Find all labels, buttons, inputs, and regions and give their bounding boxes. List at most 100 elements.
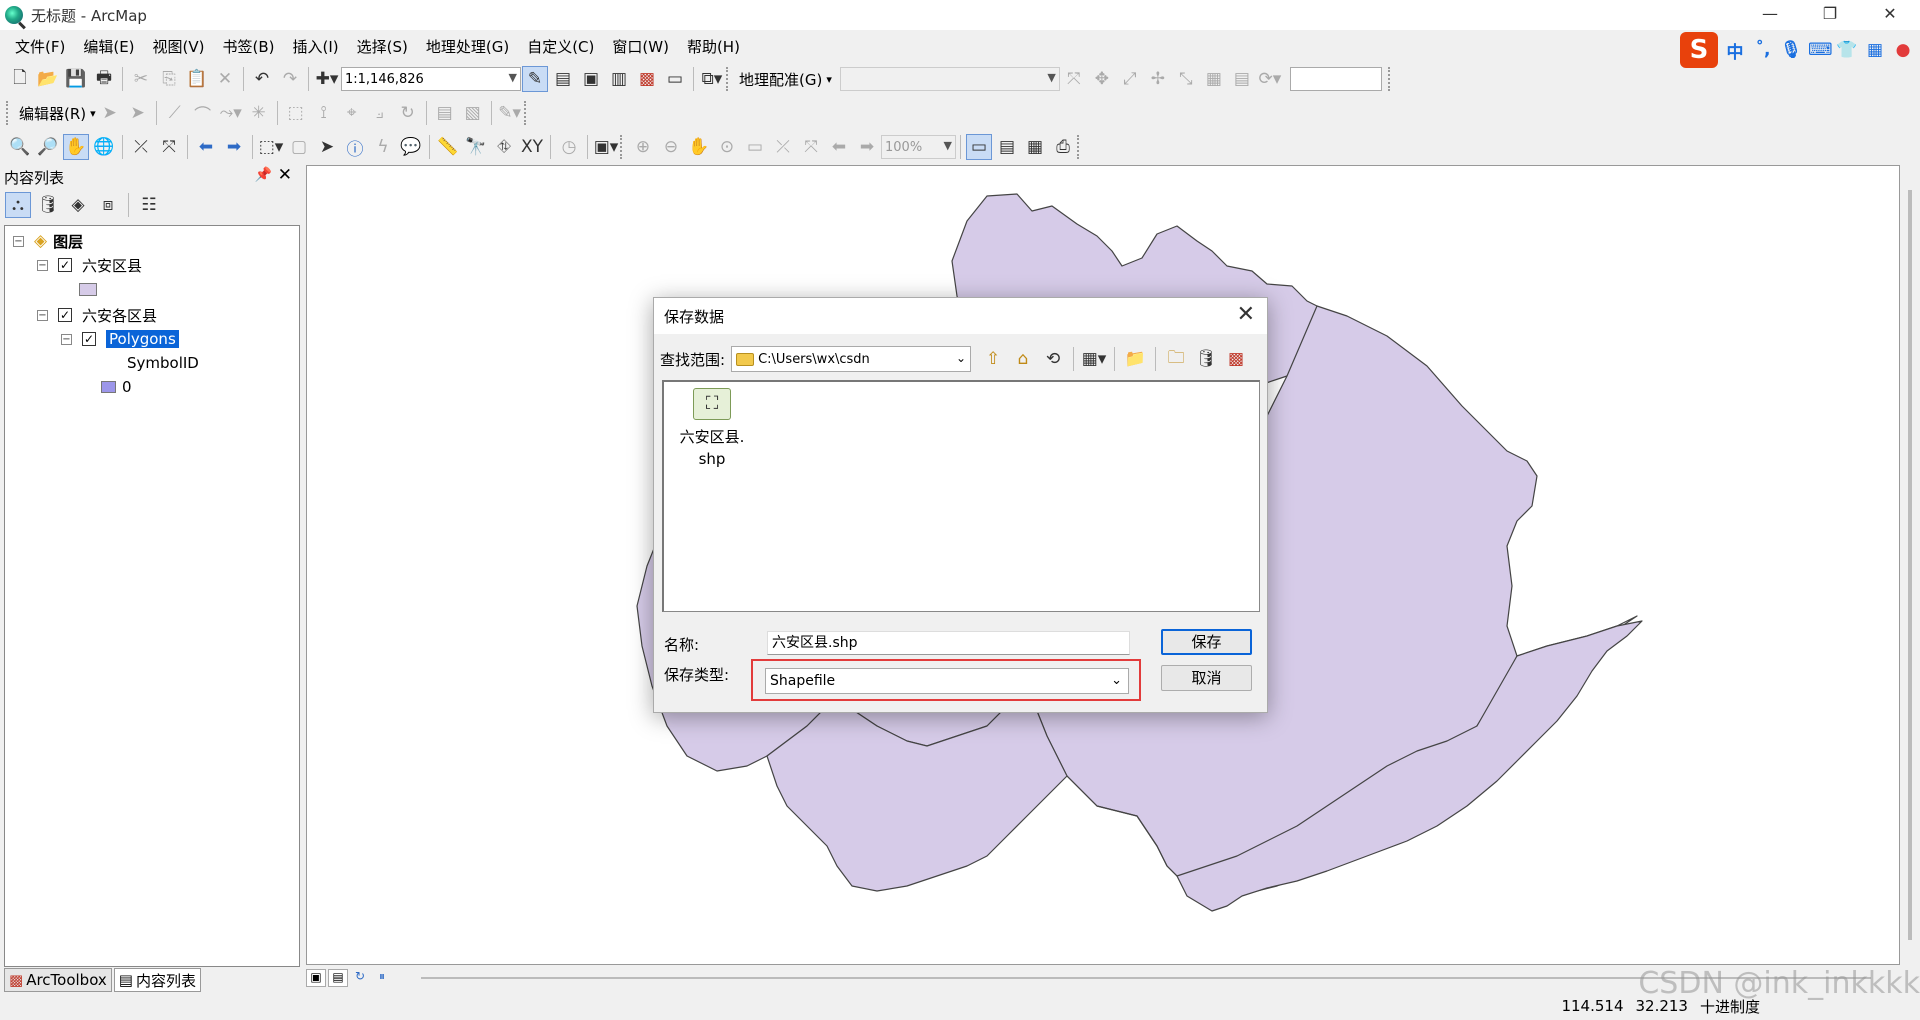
data-view-icon[interactable]: ▣ xyxy=(306,969,326,987)
pin-icon[interactable]: 📌 xyxy=(255,167,272,183)
new-toolbox-icon[interactable]: ▩ xyxy=(1223,346,1249,372)
select-features-icon[interactable]: ⬚▾ xyxy=(258,134,284,160)
viewer-icon[interactable]: ▤ xyxy=(1229,66,1255,92)
time-slider-icon[interactable]: ◷ xyxy=(556,134,582,160)
sogou-logo-icon[interactable]: S xyxy=(1680,32,1718,68)
layout-zoom-out-icon[interactable]: ⊖ xyxy=(658,134,684,160)
layout-pan-icon[interactable]: ✋ xyxy=(686,134,712,160)
mascot-icon[interactable]: ● xyxy=(1892,40,1914,60)
copy-icon[interactable]: ⎘ xyxy=(156,66,182,92)
tab-arctoolbox[interactable]: ▩ ArcToolbox xyxy=(4,968,112,992)
sketch-properties-icon[interactable]: ▧ xyxy=(460,100,486,126)
tab-toc[interactable]: ▤ 内容列表 xyxy=(113,968,201,992)
microphone-icon[interactable]: 🎙 xyxy=(1780,40,1802,60)
link-table-icon[interactable]: ▦ xyxy=(1201,66,1227,92)
collapse-icon[interactable]: − xyxy=(37,309,48,321)
zoom-whole-page-icon[interactable]: ⊙ xyxy=(714,134,740,160)
paste-icon[interactable]: 📋 xyxy=(184,66,210,92)
scale-icon[interactable]: ⤢ xyxy=(1117,66,1143,92)
toggle-draft-mode-icon[interactable]: ▭ xyxy=(966,134,992,160)
link-icon[interactable]: ⤡ xyxy=(1173,66,1199,92)
pause-drawing-icon[interactable]: ⏸ xyxy=(372,969,392,987)
edit-annotation-icon[interactable]: ➤ xyxy=(125,100,151,126)
list-by-drawing-order-icon[interactable]: ⛬ xyxy=(5,192,31,218)
zoom-out-icon[interactable]: 🔎 xyxy=(35,134,61,160)
toc-options-icon[interactable]: ☷ xyxy=(136,192,162,218)
redo-icon[interactable]: ↷ xyxy=(277,66,303,92)
restore-button[interactable]: ❐ xyxy=(1800,0,1860,30)
layout-fixed-zoom-in-icon[interactable]: ⤫ xyxy=(770,134,796,160)
create-viewer-window-icon[interactable]: ▣▾ xyxy=(593,134,619,160)
menu-file[interactable]: 文件(F) xyxy=(6,36,74,57)
hyperlink-icon[interactable]: ϟ xyxy=(370,134,396,160)
reshape-icon[interactable]: ⟟ xyxy=(311,100,337,126)
menu-windows[interactable]: 窗口(W) xyxy=(603,36,678,57)
straight-segment-icon[interactable]: ⟋ xyxy=(162,100,188,126)
collapse-icon[interactable]: − xyxy=(13,235,24,247)
undo-icon[interactable]: ↶ xyxy=(249,66,275,92)
change-layout-icon[interactable]: ▦ xyxy=(1022,134,1048,160)
arctoolbox-icon[interactable]: ▩ xyxy=(634,66,660,92)
split-icon[interactable]: ⟓ xyxy=(367,100,393,126)
look-in-combo[interactable]: C:\Users\wx\csdn ⌄ xyxy=(731,346,972,372)
edit-tool-icon[interactable]: ➤ xyxy=(97,100,123,126)
up-one-level-icon[interactable]: ⇧ xyxy=(980,346,1006,372)
connect-folder-icon[interactable]: 📁 xyxy=(1122,346,1148,372)
layer-visibility-checkbox[interactable]: ✓ xyxy=(58,258,72,272)
menu-customize[interactable]: 自定义(C) xyxy=(518,36,603,57)
toc-window-icon[interactable]: ▤ xyxy=(550,66,576,92)
rotate-icon[interactable]: ⤧ xyxy=(1061,66,1087,92)
layer-visibility-checkbox[interactable]: ✓ xyxy=(58,308,72,322)
collapse-icon[interactable]: − xyxy=(37,259,48,271)
cut-polygons-icon[interactable]: ⌖ xyxy=(339,100,365,126)
refresh-icon[interactable]: ⟳▾ xyxy=(1257,66,1283,92)
catalog-icon[interactable]: ▣ xyxy=(578,66,604,92)
identify-icon[interactable]: ⓘ xyxy=(342,134,368,160)
sublayer-visibility-checkbox[interactable]: ✓ xyxy=(82,332,96,346)
file-item[interactable]: ⛶ 六安区县. shp xyxy=(672,388,752,470)
full-extent-icon[interactable]: 🌐 xyxy=(91,134,117,160)
refresh-view-icon[interactable]: ↻ xyxy=(350,969,370,987)
home-icon[interactable]: ⌂ xyxy=(1010,346,1036,372)
close-button[interactable]: ✕ xyxy=(1860,0,1920,30)
list-by-visibility-icon[interactable]: ◈ xyxy=(65,192,91,218)
pan-icon[interactable]: ✋ xyxy=(63,134,89,160)
new-folder-icon[interactable]: 🗀 xyxy=(1163,346,1189,372)
cancel-button[interactable]: 取消 xyxy=(1161,665,1252,691)
layout-forward-icon[interactable]: ➡ xyxy=(854,134,880,160)
list-by-selection-icon[interactable]: ⧈ xyxy=(95,192,121,218)
toolbox-icon[interactable]: ▦ xyxy=(1864,40,1886,60)
layout-fixed-zoom-out-icon[interactable]: ⤧ xyxy=(798,134,824,160)
fixed-zoom-out-icon[interactable]: ⤧ xyxy=(156,134,182,160)
scale-combo[interactable]: 1:1,146,826 ▼ xyxy=(341,67,521,91)
data-driven-pages-icon[interactable]: ⎙ xyxy=(1050,134,1076,160)
map-vertical-scrollbar[interactable] xyxy=(1900,165,1920,965)
punctuation-icon[interactable]: ˚, xyxy=(1752,40,1774,60)
find-icon[interactable]: 🔭 xyxy=(463,134,489,160)
go-to-xy-icon[interactable]: XY xyxy=(519,134,545,160)
focus-data-frame-icon[interactable]: ▤ xyxy=(994,134,1020,160)
dialog-close-icon[interactable]: ✕ xyxy=(1237,302,1255,327)
zoom-100-icon[interactable]: ▭ xyxy=(742,134,768,160)
open-icon[interactable]: 📂 xyxy=(35,66,61,92)
view-options-icon[interactable]: ▦▾ xyxy=(1081,346,1107,372)
go-forward-icon[interactable]: ➡ xyxy=(221,134,247,160)
cut-icon[interactable]: ✂ xyxy=(128,66,154,92)
zoom-in-icon[interactable]: 🔍 xyxy=(7,134,33,160)
trace-icon[interactable]: ⤳▾ xyxy=(218,100,244,126)
new-icon[interactable]: 🗋 xyxy=(7,66,33,92)
tree-row-sublayer[interactable]: − ✓ Polygons xyxy=(61,328,179,350)
tree-row-layers[interactable]: − ◈ 图层 xyxy=(13,230,83,252)
editor-menu[interactable]: 编辑器(R) xyxy=(15,103,90,124)
skin-icon[interactable]: 👕 xyxy=(1836,40,1858,60)
edit-vertices-icon[interactable]: ⬚ xyxy=(283,100,309,126)
attributes-icon[interactable]: ▤ xyxy=(432,100,458,126)
find-route-icon[interactable]: ⛗ xyxy=(491,134,517,160)
tree-row-class[interactable]: 0 xyxy=(101,376,132,398)
tree-row-layer-1-symbol[interactable] xyxy=(79,278,97,300)
save-icon[interactable]: 💾 xyxy=(63,66,89,92)
name-input[interactable]: 六安区县.shp xyxy=(767,631,1130,655)
endpoint-arc-icon[interactable]: ⌒ xyxy=(190,100,216,126)
create-features-icon[interactable]: ✎▾ xyxy=(497,100,523,126)
save-button[interactable]: 保存 xyxy=(1161,629,1252,655)
